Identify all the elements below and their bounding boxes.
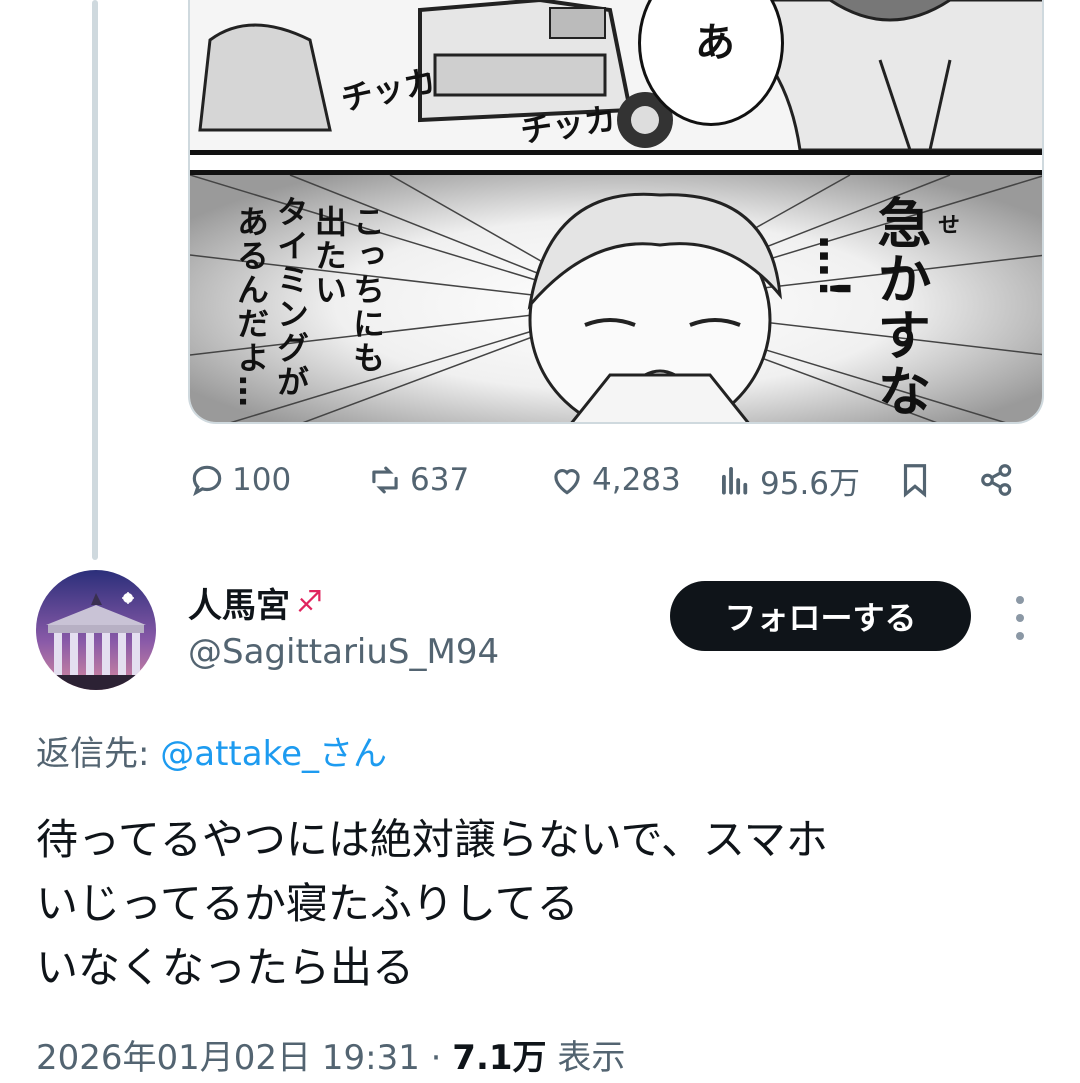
manga-line-d: あるんだよ… [232,205,270,409]
manga-line-c: タイミングが [272,195,310,399]
tweet-action-bar: 100 637 4,283 95.6万 [188,455,1028,505]
display-name[interactable]: 人馬宮 [188,578,290,627]
avatar[interactable] [36,570,156,690]
tweet-image[interactable]: あ チッカ チッカ こっちにも 出たい タイミングが あるんだよ… 急かすな せ… [188,0,1044,424]
manga-ellipsis: …! [810,235,859,301]
view-label: 表示 [546,1038,626,1078]
manga-panel-top: あ チッカ チッカ [190,0,1042,155]
sagittarius-icon: ♐ [296,585,323,620]
bookmark-icon [903,464,927,498]
follow-button[interactable]: フォローする [670,581,971,651]
manga-line-b: 出たい [310,205,348,307]
more-options-icon[interactable] [1008,596,1032,640]
reply-icon [192,465,222,497]
reply-button[interactable]: 100 [188,455,291,505]
view-count: 7.1万 [452,1038,547,1078]
like-button[interactable]: 4,283 [548,455,681,505]
bookmark-button[interactable] [896,455,940,505]
repost-button[interactable]: 637 [366,455,469,505]
tweet-text: 待ってるやつには絶対譲らないで、スマホ いじってるか寝たふりしてる いなくなった… [36,815,828,992]
repost-count: 637 [410,462,470,498]
repost-icon [372,466,398,494]
manga-line-a: こっちにも [348,205,386,375]
views-button[interactable]: 95.6万 [716,455,860,505]
author-name-row[interactable]: 人馬宮 ♐ [188,578,323,627]
user-handle[interactable]: @SagittariuS_M94 [188,632,499,672]
manga-ruby: せ [934,213,959,237]
tweet-metadata: 2026年01月02日 19:31 · 7.1万 表示 [36,1030,625,1079]
share-icon [981,464,1012,496]
manga-shout: 急かすな [868,195,931,419]
manga-panel-bottom: こっちにも 出たい タイミングが あるんだよ… 急かすな せ …! [190,170,1042,422]
views-count: 95.6万 [760,465,861,502]
share-button[interactable] [978,455,1022,505]
reply-to-prefix: 返信先: [36,734,161,774]
thread-connector-line [92,0,98,560]
reply-to-line: 返信先: @attake_さん [36,726,387,775]
like-count: 4,283 [592,462,681,498]
reply-count: 100 [232,462,292,498]
analytics-icon [722,467,748,495]
panel-gutter [190,155,1042,170]
avatar-image [36,570,156,690]
timestamp[interactable]: 2026年01月02日 19:31 · [36,1038,452,1078]
reply-to-mention[interactable]: @attake_さん [160,734,387,774]
bubble-text: あ [695,20,735,66]
heart-icon [554,469,580,495]
